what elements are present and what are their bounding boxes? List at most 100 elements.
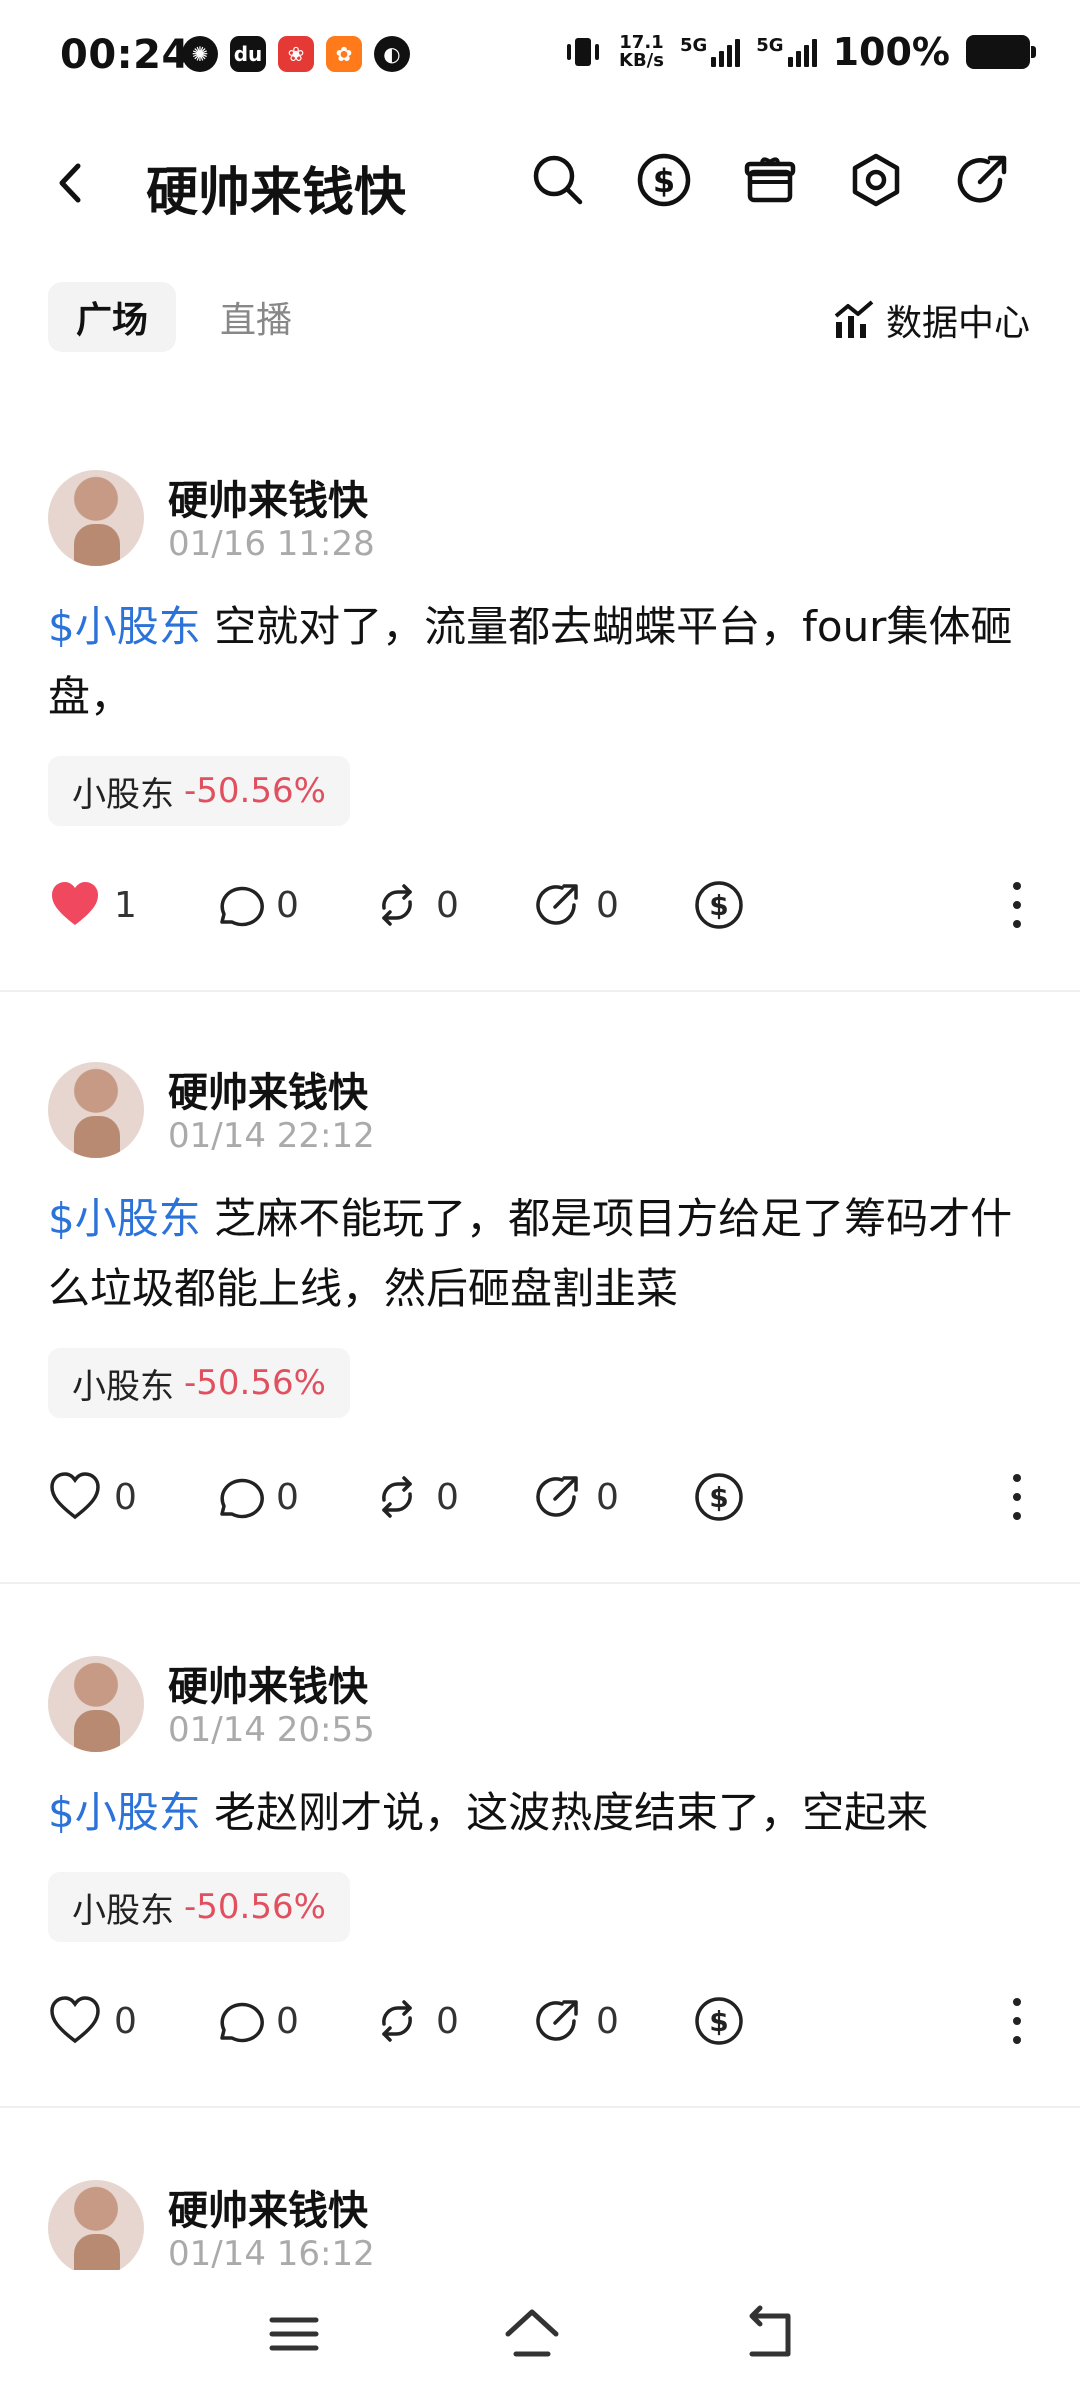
post-author[interactable]: 硬帅来钱快 bbox=[168, 2178, 368, 2236]
stock-chip-change: -50.56% bbox=[184, 1363, 326, 1403]
avatar[interactable] bbox=[48, 470, 144, 566]
signal-bars-icon bbox=[787, 37, 817, 67]
notification-icons: ✺ du ❀ ✿ ◐ bbox=[182, 36, 410, 72]
tip-button[interactable]: $ bbox=[692, 870, 746, 940]
back-arrow-icon[interactable] bbox=[48, 158, 98, 208]
stock-tag-link[interactable]: $小股东 bbox=[48, 1194, 201, 1243]
network-speed: 17.1 KB/s bbox=[619, 32, 664, 71]
post-actions: 0 0 0 0 $ bbox=[0, 1986, 1080, 2056]
post-author[interactable]: 硬帅来钱快 bbox=[168, 468, 368, 526]
chart-icon bbox=[834, 300, 874, 338]
app-header: 硬帅来钱快 $ bbox=[0, 130, 1080, 240]
like-button[interactable]: 0 bbox=[48, 1986, 137, 2056]
svg-text:$: $ bbox=[709, 2005, 728, 2038]
stock-chip-name: 小股东 bbox=[72, 1890, 174, 1931]
share-icon bbox=[536, 884, 578, 925]
share-count: 0 bbox=[596, 884, 619, 926]
red-app-icon: ❀ bbox=[278, 36, 314, 72]
post-divider bbox=[0, 990, 1080, 992]
battery-icon bbox=[966, 35, 1036, 69]
share-count: 0 bbox=[596, 1476, 619, 1518]
signal-1: 5G bbox=[680, 37, 741, 67]
repost-button[interactable]: 0 bbox=[370, 870, 459, 940]
post-author[interactable]: 硬帅来钱快 bbox=[168, 1060, 368, 1118]
dollar-coin-icon[interactable]: $ bbox=[634, 150, 694, 210]
tip-dollar-icon: $ bbox=[695, 1997, 743, 2045]
status-bar: 00:24 ✺ du ❀ ✿ ◐ 17.1 KB/s 5G 5G 100% bbox=[0, 0, 1080, 110]
orange-app-icon: ✿ bbox=[326, 36, 362, 72]
stock-chip-change: -50.56% bbox=[184, 771, 326, 811]
more-options-icon[interactable] bbox=[1002, 878, 1032, 932]
system-nav-bar bbox=[0, 2270, 1080, 2400]
data-center-label: 数据中心 bbox=[885, 303, 1030, 344]
tab-live[interactable]: 直播 bbox=[192, 282, 320, 352]
comment-count: 0 bbox=[276, 1476, 299, 1518]
tab-square[interactable]: 广场 bbox=[48, 282, 177, 352]
comment-icon bbox=[220, 1478, 264, 1519]
comment-button[interactable]: 0 bbox=[210, 1986, 299, 2056]
post-actions: 0 0 0 0 $ bbox=[0, 1462, 1080, 1532]
tip-button[interactable]: $ bbox=[692, 1462, 746, 1532]
share-icon bbox=[536, 2000, 578, 2041]
status-time: 00:24 bbox=[60, 32, 190, 78]
post-text[interactable]: $小股东 老赵刚才说，这波热度结束了，空起来 bbox=[48, 1778, 1038, 1848]
repost-button[interactable]: 0 bbox=[370, 1462, 459, 1532]
like-icon bbox=[52, 882, 98, 925]
settings-icon[interactable] bbox=[846, 150, 906, 210]
share-button[interactable]: 0 bbox=[530, 1986, 619, 2056]
repost-icon bbox=[382, 884, 412, 926]
stock-chip-change: -50.56% bbox=[184, 1887, 326, 1927]
comment-button[interactable]: 0 bbox=[210, 1462, 299, 1532]
repost-icon bbox=[382, 1476, 412, 1518]
gift-icon[interactable] bbox=[740, 150, 800, 210]
like-button[interactable]: 1 bbox=[48, 870, 137, 940]
signal-bars-icon bbox=[711, 37, 741, 67]
comment-count: 0 bbox=[276, 2000, 299, 2042]
share-icon[interactable] bbox=[952, 150, 1012, 210]
like-button[interactable]: 0 bbox=[48, 1462, 137, 1532]
svg-text:$: $ bbox=[709, 1481, 728, 1514]
share-button[interactable]: 0 bbox=[530, 1462, 619, 1532]
vibrate-icon bbox=[567, 38, 599, 66]
dewu-app-icon: du bbox=[230, 36, 266, 72]
comment-icon bbox=[220, 886, 264, 927]
globe-app-icon: ◐ bbox=[374, 36, 410, 72]
tip-dollar-icon: $ bbox=[695, 1473, 743, 1521]
avatar[interactable] bbox=[48, 1062, 144, 1158]
post-author[interactable]: 硬帅来钱快 bbox=[168, 1654, 368, 1712]
comment-button[interactable]: 0 bbox=[210, 870, 299, 940]
stock-tag-link[interactable]: $小股东 bbox=[48, 602, 201, 651]
post-text[interactable]: $小股东 芝麻不能玩了，都是项目方给足了筹码才什么垃圾都能上线，然后砸盘割韭菜 bbox=[48, 1184, 1038, 1324]
repost-icon bbox=[382, 2000, 412, 2042]
search-icon[interactable] bbox=[528, 150, 588, 210]
stock-tag-link[interactable]: $小股东 bbox=[48, 1788, 201, 1837]
share-icon bbox=[536, 1476, 578, 1517]
repost-button[interactable]: 0 bbox=[370, 1986, 459, 2056]
more-options-icon[interactable] bbox=[1002, 1994, 1032, 2048]
home-icon[interactable] bbox=[500, 2302, 564, 2366]
data-center-button[interactable]: 数据中心 bbox=[832, 294, 1030, 346]
tip-button[interactable]: $ bbox=[692, 1986, 746, 2056]
stock-chip[interactable]: 小股东 -50.56% bbox=[48, 756, 350, 826]
comment-icon bbox=[220, 2002, 264, 2043]
like-count: 0 bbox=[114, 1476, 137, 1518]
back-nav-icon[interactable] bbox=[738, 2302, 802, 2366]
more-options-icon[interactable] bbox=[1002, 1470, 1032, 1524]
stock-chip[interactable]: 小股东 -50.56% bbox=[48, 1872, 350, 1942]
avatar[interactable] bbox=[48, 1656, 144, 1752]
post-time: 01/14 20:55 bbox=[168, 1710, 375, 1750]
svg-text:$: $ bbox=[709, 889, 728, 922]
share-button[interactable]: 0 bbox=[530, 870, 619, 940]
post-text[interactable]: $小股东 空就对了，流量都去蝴蝶平台，four集体砸盘， bbox=[48, 592, 1038, 732]
post-body: 老赵刚才说，这波热度结束了，空起来 bbox=[200, 1788, 929, 1837]
stock-chip-name: 小股东 bbox=[72, 1366, 174, 1407]
avatar[interactable] bbox=[48, 2180, 144, 2276]
stock-chip[interactable]: 小股东 -50.56% bbox=[48, 1348, 350, 1418]
post-time: 01/14 22:12 bbox=[168, 1116, 375, 1156]
repost-count: 0 bbox=[436, 2000, 459, 2042]
repost-count: 0 bbox=[436, 884, 459, 926]
post-actions: 1 0 0 0 $ bbox=[0, 870, 1080, 940]
svg-text:$: $ bbox=[653, 162, 675, 200]
tab-bar: 广场 直播 数据中心 bbox=[0, 276, 1080, 356]
menu-icon[interactable] bbox=[262, 2302, 326, 2366]
